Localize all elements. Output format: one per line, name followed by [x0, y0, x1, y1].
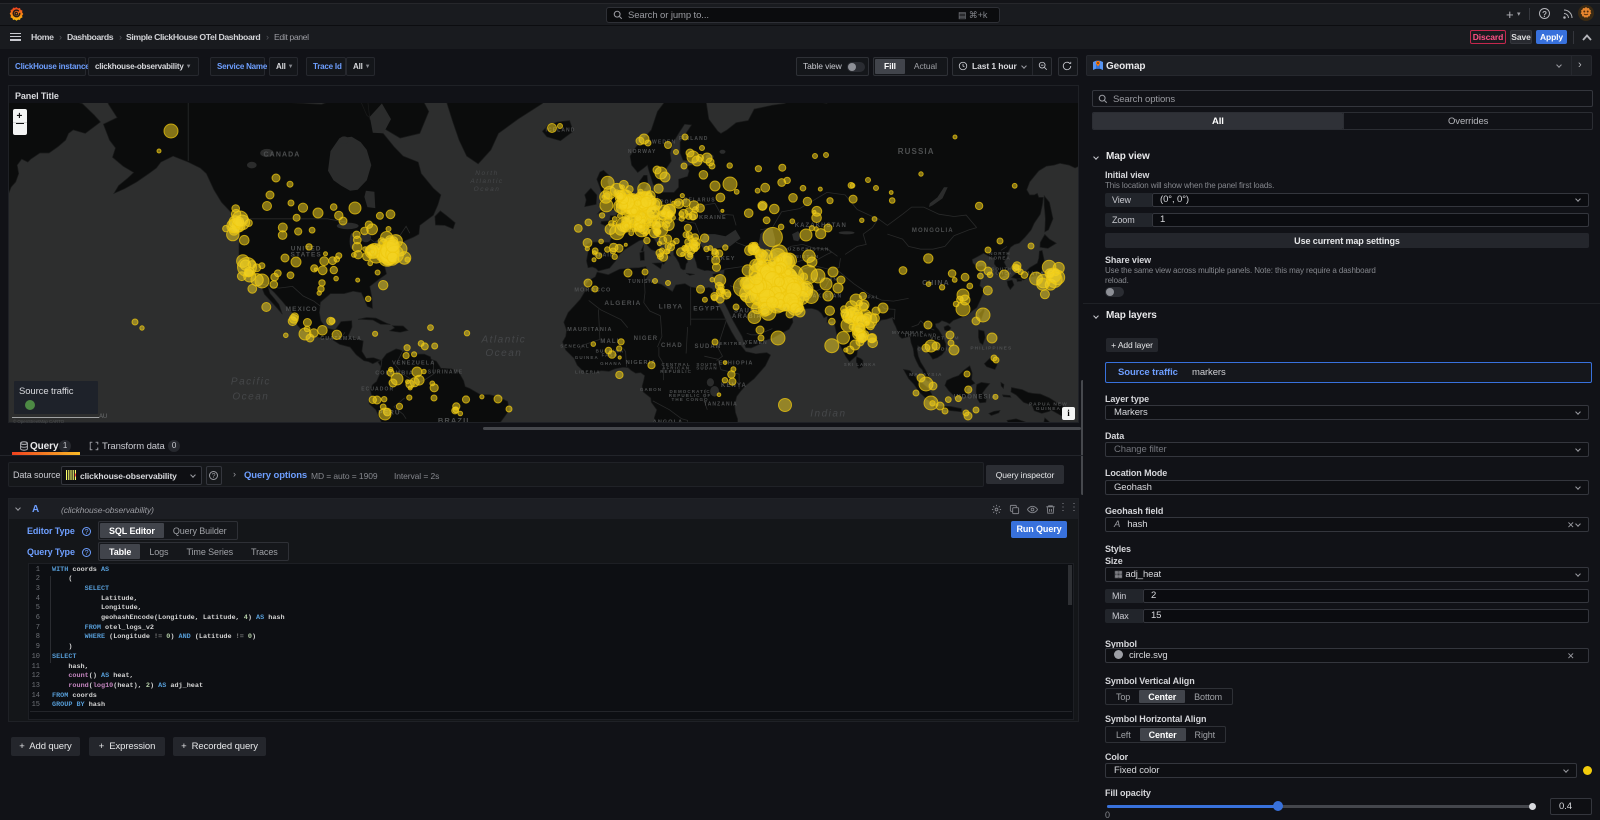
svg-text:CHAD: CHAD — [661, 343, 683, 349]
svg-text:Atlantic: Atlantic — [481, 335, 527, 346]
svg-text:GHANA: GHANA — [600, 361, 622, 366]
svg-text:Indian: Indian — [810, 409, 846, 420]
svg-text:NIGER: NIGER — [634, 336, 659, 342]
svg-text:TUNISIA: TUNISIA — [628, 279, 656, 285]
svg-text:Ocean: Ocean — [474, 186, 501, 193]
svg-text:MONGOLIA: MONGOLIA — [912, 228, 954, 234]
svg-text:PHILIPPINES: PHILIPPINES — [970, 346, 1012, 352]
svg-text:SUDAN: SUDAN — [696, 366, 718, 371]
svg-text:ALGERIA: ALGERIA — [604, 300, 641, 307]
svg-text:ERITREA: ERITREA — [719, 341, 746, 346]
svg-text:Ocean: Ocean — [485, 348, 522, 359]
svg-text:GUINEA: GUINEA — [575, 355, 599, 360]
svg-text:Ocean: Ocean — [232, 391, 269, 402]
svg-text:MEXICO: MEXICO — [286, 306, 318, 313]
svg-text:LIBYA: LIBYA — [659, 303, 683, 310]
svg-text:MAURITANIA: MAURITANIA — [567, 327, 612, 333]
svg-text:MALI: MALI — [600, 339, 619, 345]
svg-text:TANZANIA: TANZANIA — [704, 401, 738, 407]
svg-text:VENEZUELA: VENEZUELA — [392, 360, 435, 366]
svg-text:YEMEN: YEMEN — [744, 340, 767, 346]
svg-text:Pacific: Pacific — [231, 377, 271, 388]
svg-text:NORWAY: NORWAY — [628, 149, 657, 155]
svg-text:EGYPT: EGYPT — [693, 306, 721, 313]
svg-text:CANADA: CANADA — [264, 152, 301, 159]
svg-text:KAZAKHSTAN: KAZAKHSTAN — [795, 223, 847, 229]
svg-text:UKRAINE: UKRAINE — [694, 215, 727, 221]
svg-text:SRI LANKA: SRI LANKA — [844, 362, 877, 367]
svg-text:North: North — [475, 170, 498, 177]
svg-text:Atlantic: Atlantic — [469, 178, 503, 185]
svg-text:BRAZIL: BRAZIL — [438, 416, 472, 422]
svg-text:GABON: GABON — [640, 387, 662, 392]
svg-text:LIBERIA: LIBERIA — [575, 370, 601, 375]
svg-text:ANGOLA: ANGOLA — [653, 419, 683, 422]
svg-text:SUDAN: SUDAN — [694, 344, 721, 350]
svg-text:GUINEA: GUINEA — [1036, 406, 1061, 412]
svg-text:REPUBLIC: REPUBLIC — [660, 369, 692, 374]
svg-text:SURINAME: SURINAME — [428, 370, 463, 376]
svg-text:VIETNAM: VIETNAM — [930, 335, 959, 341]
svg-text:SENEGAL: SENEGAL — [560, 344, 589, 349]
svg-text:KOREA: KOREA — [989, 255, 1011, 260]
svg-text:ECUADOR: ECUADOR — [361, 387, 394, 393]
svg-text:RUSSIA: RUSSIA — [898, 147, 935, 156]
